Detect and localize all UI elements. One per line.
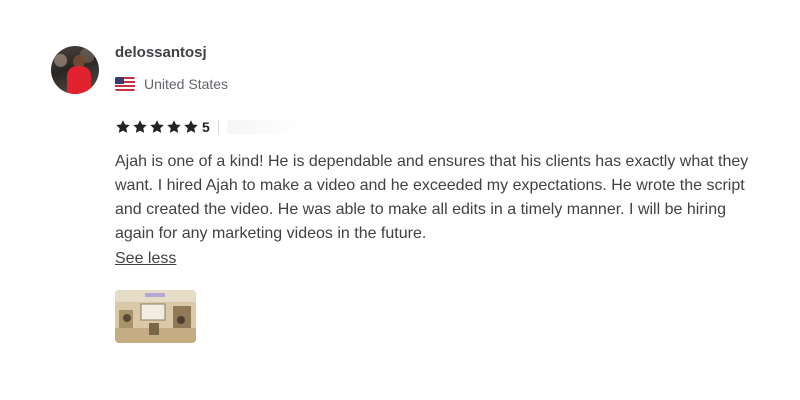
see-less-link[interactable]: See less	[115, 247, 176, 271]
reviewer-country: United States	[144, 76, 229, 92]
review-card: delossantosj United States 5 Ajah is one…	[0, 0, 800, 400]
star-icon	[184, 120, 198, 133]
rating-value: 5	[202, 119, 210, 135]
star-icon	[167, 120, 181, 133]
us-flag-icon	[115, 77, 135, 91]
rating-extra-faded	[226, 120, 302, 134]
review-text: Ajah is one of a kind! He is dependable …	[115, 153, 749, 242]
rating-divider	[217, 119, 219, 135]
rating-row: 5	[115, 119, 302, 135]
reviewer-username[interactable]: delossantosj	[115, 44, 207, 61]
star-icon	[133, 120, 147, 133]
avatar-body	[67, 66, 91, 94]
star-icon	[150, 120, 164, 133]
star-rating	[115, 119, 199, 135]
star-icon	[116, 120, 130, 133]
user-avatar[interactable]	[51, 46, 99, 94]
reviewer-country-row: United States	[115, 76, 228, 92]
video-thumbnail[interactable]	[115, 290, 196, 343]
